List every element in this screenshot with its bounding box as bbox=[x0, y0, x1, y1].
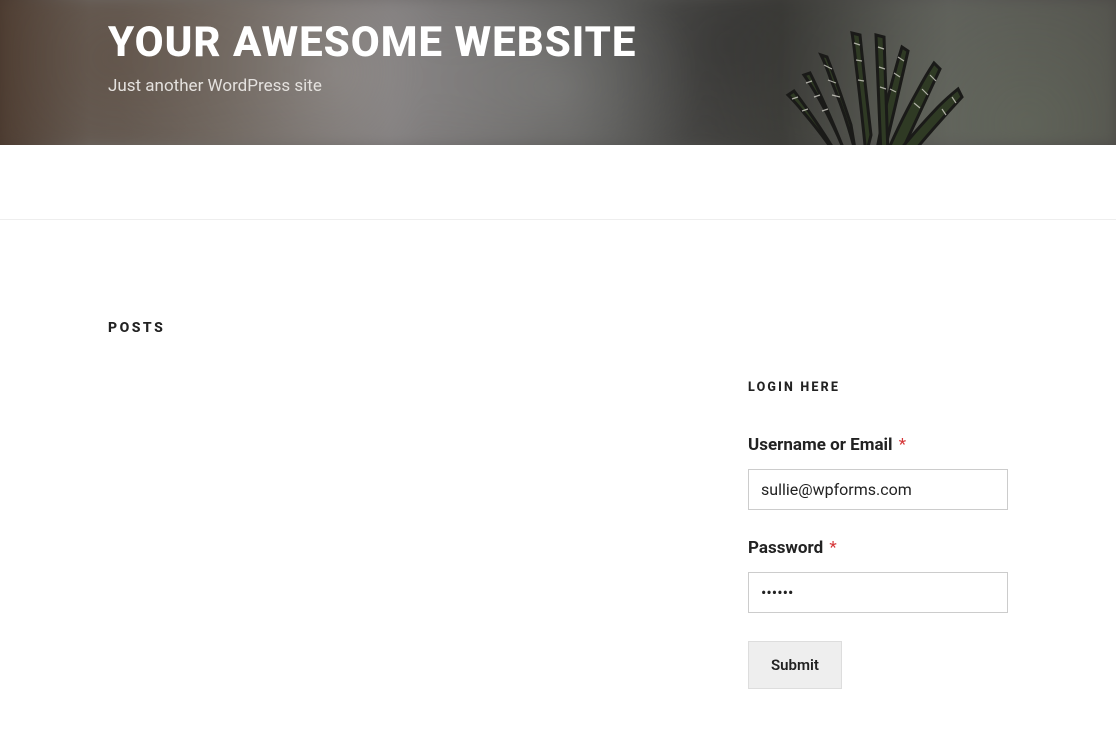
username-field-group: Username or Email * bbox=[748, 435, 1008, 510]
username-label-text: Username or Email bbox=[748, 435, 893, 455]
password-label-text: Password bbox=[748, 538, 823, 558]
content-wrap: POSTS LOGIN HERE Username or Email * Pas… bbox=[58, 220, 1058, 739]
hero-header: YOUR AWESOME WEBSITE Just another WordPr… bbox=[0, 0, 1116, 145]
password-input[interactable] bbox=[748, 572, 1008, 613]
posts-heading: POSTS bbox=[108, 320, 708, 336]
password-label: Password * bbox=[748, 538, 1008, 558]
sidebar: LOGIN HERE Username or Email * Password … bbox=[748, 320, 1008, 689]
hero-content: YOUR AWESOME WEBSITE Just another WordPr… bbox=[58, 0, 1058, 96]
password-field-group: Password * bbox=[748, 538, 1008, 613]
required-marker: * bbox=[899, 435, 906, 455]
login-widget-title: LOGIN HERE bbox=[748, 380, 1008, 395]
username-input[interactable] bbox=[748, 469, 1008, 510]
site-title[interactable]: YOUR AWESOME WEBSITE bbox=[108, 20, 1008, 66]
main-column: POSTS bbox=[108, 320, 708, 336]
username-label: Username or Email * bbox=[748, 435, 1008, 455]
submit-button[interactable]: Submit bbox=[748, 641, 842, 689]
required-marker: * bbox=[829, 538, 836, 558]
site-tagline: Just another WordPress site bbox=[108, 76, 1008, 96]
nav-bar bbox=[0, 145, 1116, 220]
